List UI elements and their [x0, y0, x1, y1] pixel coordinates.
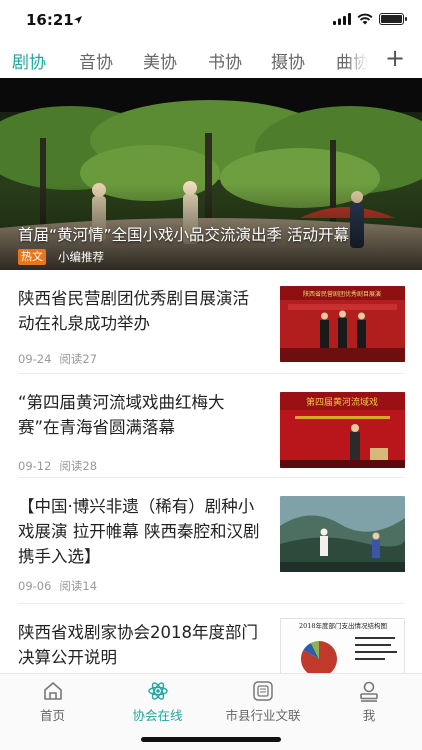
nav-me[interactable]: 我	[316, 680, 422, 724]
news-title: “第四届黄河流域戏曲红梅大赛”在青海省圆满落幕	[18, 393, 225, 437]
news-date: 09-24	[18, 352, 52, 366]
news-thumbnail: 第四届黄河流域戏	[280, 392, 405, 468]
home-indicator	[141, 737, 281, 742]
banner-source: 小编推荐	[58, 250, 104, 264]
news-thumbnail: 2018年度部门支出情况结构图	[280, 618, 405, 674]
pie-chart-image: 2018年度部门支出情况结构图	[281, 619, 404, 673]
hot-badge: 热文	[18, 249, 46, 265]
stage-photo: 陕西省民营剧团优秀剧目展演	[280, 286, 405, 362]
tab-art[interactable]: 美协	[143, 48, 177, 73]
news-reads: 阅读14	[59, 579, 98, 593]
tab-drama[interactable]: 剧协	[12, 48, 46, 73]
add-tab-button[interactable]: +	[384, 44, 406, 72]
thumb-caption: 第四届黄河流域戏	[306, 396, 378, 408]
news-title: 陕西省民营剧团优秀剧目展演活动在礼泉成功举办	[18, 289, 249, 333]
news-title: 陕西省戏剧家协会2018年度部门决算公开说明	[18, 623, 258, 667]
news-thumbnail: 陕西省民营剧团优秀剧目展演	[280, 286, 405, 362]
news-date: 09-12	[18, 459, 52, 473]
nav-home[interactable]: 首页	[0, 680, 105, 724]
featured-banner[interactable]: 首届“黄河情”全国小戏小品交流演出季 活动开幕 热文 小编推荐	[0, 78, 422, 270]
tab-calligraphy[interactable]: 书协	[208, 48, 242, 73]
status-time: 16:21	[26, 11, 74, 29]
signal-icon	[333, 13, 351, 25]
nav-label: 协会在线	[132, 708, 183, 723]
home-icon	[43, 682, 62, 700]
category-tabs: 剧协 音协 美协 书协 摄协 曲协 +	[0, 40, 422, 78]
battery-icon	[379, 13, 407, 25]
location-arrow-icon	[74, 16, 82, 24]
thumb-caption: 2018年度部门支出情况结构图	[299, 621, 387, 630]
nav-label: 我	[362, 708, 376, 723]
nav-county-federation[interactable]: 市县行业文联	[210, 680, 316, 724]
thumb-caption: 陕西省民营剧团优秀剧目展演	[303, 290, 381, 298]
news-item[interactable]: 陕西省戏剧家协会2018年度部门决算公开说明 2018年度部门支出情况结构图	[0, 604, 422, 674]
building-icon	[253, 681, 273, 701]
nav-association-online[interactable]: 协会在线	[105, 680, 210, 724]
nav-label: 市县行业文联	[225, 708, 301, 723]
news-item[interactable]: 【中国·博兴非遗（稀有）剧种小戏展演 拉开帷幕 陕西秦腔和汉剧携手入选】 09-…	[0, 478, 422, 604]
profile-icon	[360, 681, 378, 702]
atom-icon	[147, 682, 168, 700]
news-date: 09-06	[18, 579, 52, 593]
tab-quyi[interactable]: 曲协	[336, 48, 368, 73]
news-title: 【中国·博兴非遗（稀有）剧种小戏展演 拉开帷幕 陕西秦腔和汉剧携手入选】	[18, 497, 260, 566]
news-thumbnail	[280, 496, 405, 572]
status-bar: 16:21	[0, 0, 422, 40]
tab-music[interactable]: 音协	[79, 48, 113, 73]
stage-photo: 第四届黄河流域戏	[280, 392, 405, 468]
wifi-icon	[357, 13, 373, 25]
news-reads: 阅读28	[59, 459, 98, 473]
banner-title: 首届“黄河情”全国小戏小品交流演出季 活动开幕	[18, 226, 349, 244]
news-item[interactable]: 陕西省民营剧团优秀剧目展演活动在礼泉成功举办 09-24 阅读27 陕西省民营剧团…	[0, 270, 422, 374]
news-item[interactable]: “第四届黄河流域戏曲红梅大赛”在青海省圆满落幕 09-12 阅读28 第四届黄河流…	[0, 374, 422, 478]
nav-label: 首页	[39, 708, 65, 723]
news-reads: 阅读27	[59, 352, 98, 366]
stage-photo	[280, 496, 405, 572]
tab-photography[interactable]: 摄协	[271, 48, 305, 73]
